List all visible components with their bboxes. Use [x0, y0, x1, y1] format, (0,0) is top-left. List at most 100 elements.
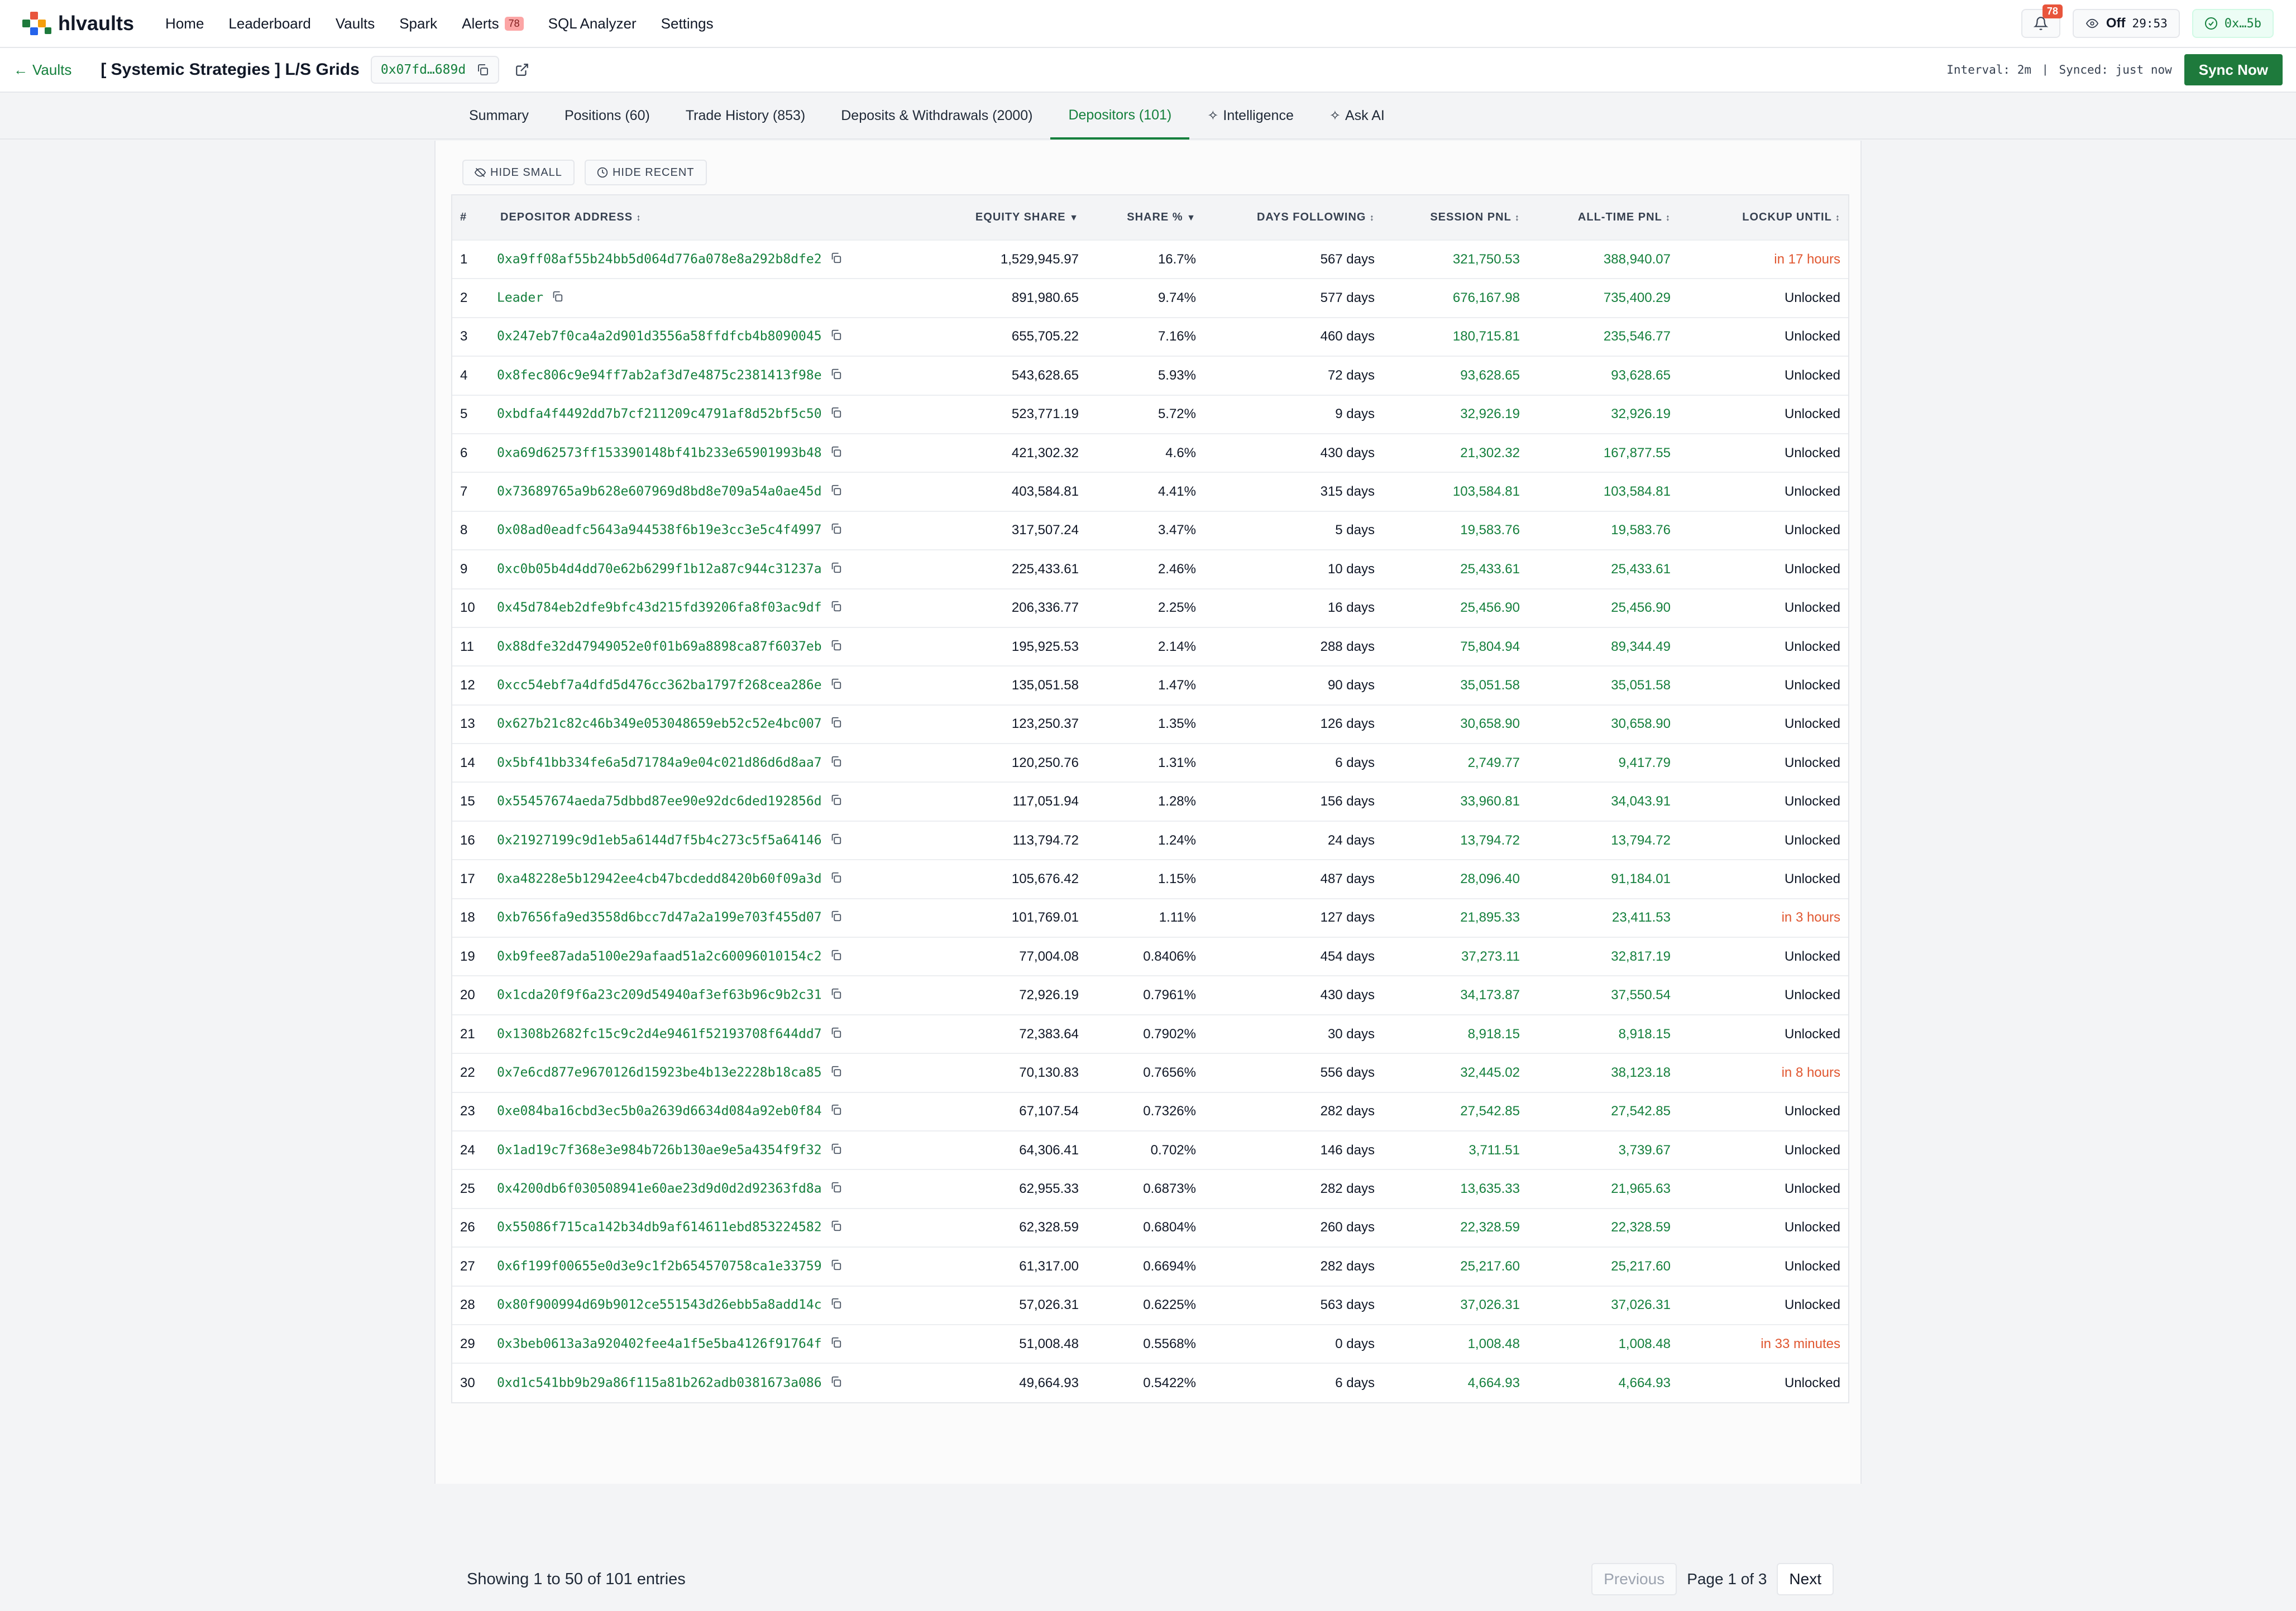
session-pnl-cell: 33,960.81: [1460, 794, 1520, 809]
days-following-cell: 0 days: [1335, 1336, 1375, 1351]
nav-item-sql-analyzer[interactable]: SQL Analyzer: [548, 15, 637, 32]
col-header-days[interactable]: DAYS FOLLOWING ↕: [1204, 195, 1383, 240]
row-index: 27: [460, 1258, 475, 1274]
copy-icon[interactable]: [830, 562, 842, 577]
back-to-vaults-link[interactable]: ← Vaults: [13, 61, 71, 79]
depositor-address-link[interactable]: 0x80f900994d69b9012ce551543d26ebb5a8add1…: [497, 1298, 822, 1312]
depositor-address-link[interactable]: 0xa48228e5b12942ee4cb47bcdedd8420b60f09a…: [497, 871, 822, 886]
copy-icon[interactable]: [476, 63, 489, 76]
col-header-lockup[interactable]: LOCKUP UNTIL ↕: [1678, 195, 1848, 240]
copy-icon[interactable]: [830, 1027, 842, 1042]
depositor-address-link[interactable]: 0x6f199f00655e0d3e9c1f2b654570758ca1e337…: [497, 1259, 822, 1273]
tab-deposits-withdrawals[interactable]: Deposits & Withdrawals (2000): [823, 93, 1050, 138]
depositor-address-link[interactable]: 0x247eb7f0ca4a2d901d3556a58ffdfcb4b80900…: [497, 329, 822, 344]
depositor-address-link[interactable]: 0xe084ba16cbd3ec5b0a2639d6634d084a92eb0f…: [497, 1104, 822, 1119]
copy-icon[interactable]: [830, 522, 842, 538]
copy-icon[interactable]: [830, 794, 842, 809]
external-link-icon[interactable]: [515, 63, 529, 77]
depositor-address-link[interactable]: 0x7e6cd877e9670126d15923be4b13e2228b18ca…: [497, 1065, 822, 1080]
wallet-button[interactable]: 0x…5b: [2192, 9, 2274, 38]
tab-summary[interactable]: Summary: [451, 93, 547, 138]
depositor-address-link[interactable]: 0xb7656fa9ed3558d6bcc7d47a2a199e703f455d…: [497, 910, 822, 925]
next-page-button[interactable]: Next: [1777, 1563, 1834, 1595]
copy-icon[interactable]: [830, 252, 842, 267]
copy-icon[interactable]: [830, 484, 842, 500]
depositor-address-link[interactable]: 0x8fec806c9e94ff7ab2af3d7e4875c2381413f9…: [497, 368, 822, 382]
tab-ask-ai[interactable]: ✧ Ask AI: [1312, 93, 1403, 138]
copy-icon[interactable]: [830, 678, 842, 693]
tab-depositors[interactable]: Depositors (101): [1050, 93, 1190, 140]
depositor-address-link[interactable]: 0x3beb0613a3a920402fee4a1f5e5ba4126f9176…: [497, 1336, 822, 1351]
depositor-address-link[interactable]: 0xd1c541bb9b29a86f115a81b262adb0381673a0…: [497, 1375, 822, 1390]
copy-icon[interactable]: [830, 1065, 842, 1081]
depositor-address-link[interactable]: 0x88dfe32d47949052e0f01b69a8898ca87f6037…: [497, 639, 822, 654]
nav-item-settings[interactable]: Settings: [661, 15, 714, 32]
tab-trade-history[interactable]: Trade History (853): [668, 93, 823, 138]
depositor-address-link[interactable]: 0x08ad0eadfc5643a944538f6b19e3cc3e5c4f49…: [497, 523, 822, 538]
depositor-address-link[interactable]: 0xcc54ebf7a4dfd5d476cc362ba1797f268cea28…: [497, 678, 822, 692]
depositor-address-link[interactable]: 0x45d784eb2dfe9bfc43d215fd39206fa8f03ac9…: [497, 601, 822, 615]
notifications-button[interactable]: 78: [2021, 4, 2063, 38]
copy-icon[interactable]: [830, 368, 842, 383]
depositor-address-link[interactable]: Leader: [497, 291, 543, 305]
watch-toggle[interactable]: Off 29:53: [2072, 9, 2180, 38]
copy-icon[interactable]: [830, 600, 842, 616]
tab-intelligence[interactable]: ✧ Intelligence: [1189, 93, 1312, 138]
session-pnl-cell: 103,584.81: [1452, 484, 1520, 500]
sync-now-button[interactable]: Sync Now: [2184, 54, 2283, 85]
table-row: 21 0x1308b2682fc15c9c2d4e9461f52193708f64…: [452, 1014, 1848, 1053]
hide-small-button[interactable]: HIDE SMALL: [462, 160, 575, 185]
depositor-address-link[interactable]: 0x1308b2682fc15c9c2d4e9461f52193708f644d…: [497, 1027, 822, 1041]
depositor-address-link[interactable]: 0xb9fee87ada5100e29afaad51a2c60096010154…: [497, 949, 822, 963]
copy-icon[interactable]: [830, 716, 842, 732]
col-header-equity[interactable]: EQUITY SHARE ▼: [947, 195, 1087, 240]
copy-icon[interactable]: [830, 1143, 842, 1158]
copy-icon[interactable]: [830, 406, 842, 422]
depositor-address-link[interactable]: 0xa69d62573ff153390148bf41b233e65901993b…: [497, 445, 822, 460]
table-row: 8 0x08ad0eadfc5643a944538f6b19e3cc3e5c4f4…: [452, 511, 1848, 550]
depositor-address-link[interactable]: 0x5bf41bb334fe6a5d71784a9e04c021d86d6d8a…: [497, 755, 822, 770]
depositor-address-link[interactable]: 0x1ad19c7f368e3e984b726b130ae9e5a4354f9f…: [497, 1143, 822, 1157]
previous-page-button[interactable]: Previous: [1591, 1563, 1677, 1595]
depositor-address-link[interactable]: 0x627b21c82c46b349e053048659eb52c52e4bc0…: [497, 717, 822, 731]
depositor-address-link[interactable]: 0x21927199c9d1eb5a6144d7f5b4c273c5f5a641…: [497, 833, 822, 847]
copy-icon[interactable]: [830, 329, 842, 344]
depositor-address-link[interactable]: 0x4200db6f030508941e60ae23d9d0d2d92363fd…: [497, 1182, 822, 1196]
copy-icon[interactable]: [830, 445, 842, 461]
depositor-address-link[interactable]: 0x55457674aeda75dbbd87ee90e92dc6ded19285…: [497, 794, 822, 809]
depositor-address-link[interactable]: 0xa9ff08af55b24bb5d064d776a078e8a292b8df…: [497, 252, 822, 266]
depositor-address-link[interactable]: 0xc0b05b4d4dd70e62b6299f1b12a87c944c3123…: [497, 562, 822, 576]
hide-recent-button[interactable]: HIDE RECENT: [584, 160, 707, 185]
nav-item-spark[interactable]: Spark: [399, 15, 437, 32]
copy-icon[interactable]: [830, 1104, 842, 1119]
copy-icon[interactable]: [830, 755, 842, 771]
nav-item-home[interactable]: Home: [165, 15, 204, 32]
depositor-address-link[interactable]: 0x1cda20f9f6a23c209d54940af3ef63b96c9b2c…: [497, 988, 822, 1003]
col-header-share[interactable]: SHARE % ▼: [1087, 195, 1204, 240]
copy-icon[interactable]: [830, 1297, 842, 1313]
nav-item-vaults[interactable]: Vaults: [336, 15, 375, 32]
copy-icon[interactable]: [830, 949, 842, 965]
vault-address-chip[interactable]: 0x07fd…689d: [370, 56, 500, 84]
copy-icon[interactable]: [830, 1220, 842, 1235]
copy-icon[interactable]: [830, 871, 842, 887]
copy-icon[interactable]: [830, 639, 842, 655]
col-header-alltime-pnl[interactable]: ALL-TIME PNL ↕: [1528, 195, 1678, 240]
nav-item-leaderboard[interactable]: Leaderboard: [228, 15, 310, 32]
tab-positions[interactable]: Positions (60): [547, 93, 668, 138]
copy-icon[interactable]: [830, 1375, 842, 1391]
copy-icon[interactable]: [551, 290, 563, 306]
brand-logo[interactable]: hlvaults: [22, 12, 134, 35]
nav-item-alerts[interactable]: Alerts 78: [462, 15, 524, 32]
copy-icon[interactable]: [830, 1181, 842, 1197]
copy-icon[interactable]: [830, 1336, 842, 1352]
depositor-address-link[interactable]: 0x55086f715ca142b34db9af614611ebd8532245…: [497, 1220, 822, 1235]
copy-icon[interactable]: [830, 910, 842, 926]
col-header-session-pnl[interactable]: SESSION PNL ↕: [1383, 195, 1528, 240]
copy-icon[interactable]: [830, 987, 842, 1003]
col-header-address[interactable]: DEPOSITOR ADDRESS ↕: [489, 195, 947, 240]
depositor-address-link[interactable]: 0x73689765a9b628e607969d8bd8e709a54a0ae4…: [497, 485, 822, 499]
copy-icon[interactable]: [830, 1259, 842, 1274]
copy-icon[interactable]: [830, 833, 842, 848]
depositor-address-link[interactable]: 0xbdfa4f4492dd7b7cf211209c4791af8d52bf5c…: [497, 407, 822, 421]
